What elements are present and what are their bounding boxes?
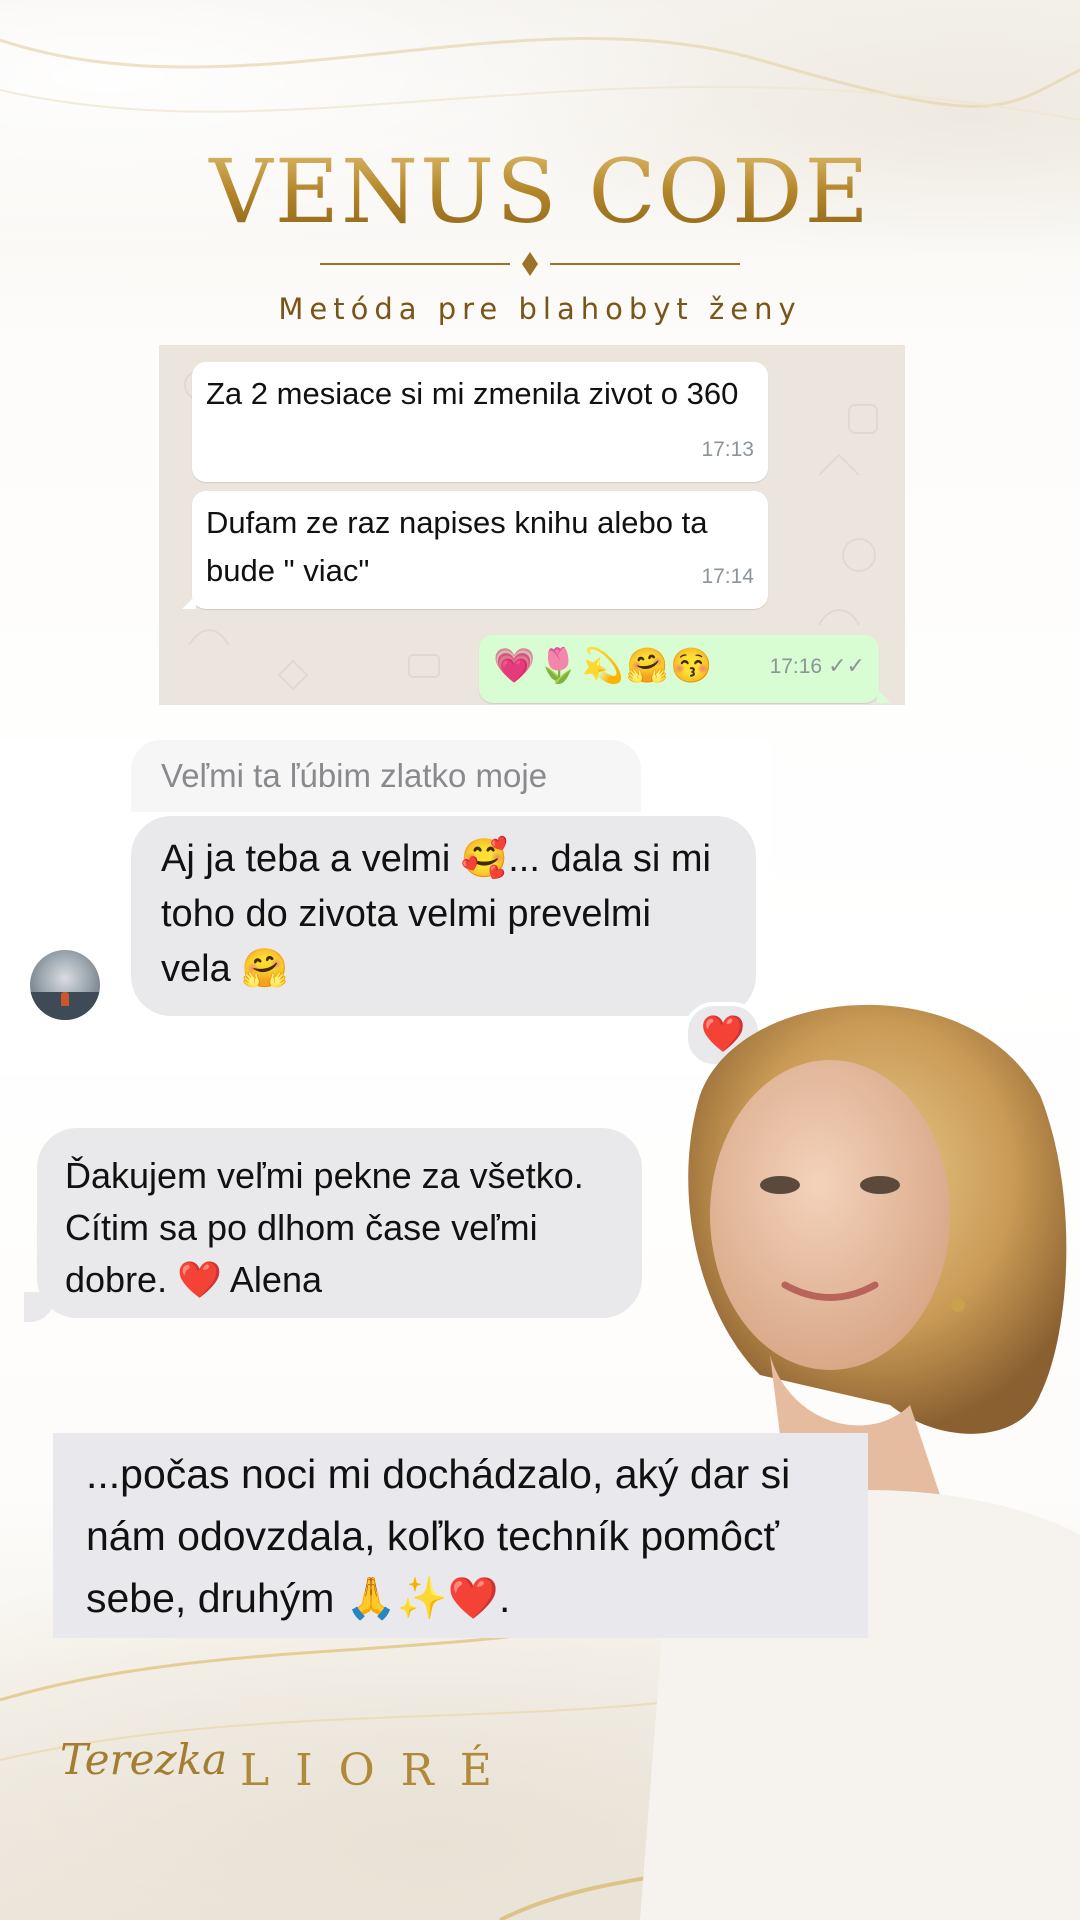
- whatsapp-chat-screenshot: Za 2 mesiace si mi zmenila zivot o 360 1…: [159, 345, 905, 705]
- whatsapp-message-in: Za 2 mesiace si mi zmenila zivot o 360 1…: [192, 362, 768, 482]
- whatsapp-message-out: 💗🌷💫🤗😚 17:16 ✓✓: [479, 635, 891, 703]
- brand-signature: Terezka LIORÉ: [60, 1725, 540, 1815]
- avatar-figure: [61, 992, 69, 1006]
- bubble-tail: [182, 595, 196, 609]
- reply-quote: Veľmi ta ľúbim zlatko moje: [131, 740, 641, 812]
- message-time: 17:14: [701, 565, 754, 588]
- ornament-divider: [320, 252, 740, 276]
- imessage-bubble-2: Ďakujem veľmi pekne za všetko. Cítim sa …: [37, 1128, 642, 1318]
- message-time: 17:16: [769, 655, 823, 678]
- whatsapp-message-in: Dufam ze raz napises knihu alebo ta bude…: [182, 491, 768, 609]
- message-text: Za 2 mesiace si mi zmenila zivot o 360: [206, 376, 739, 411]
- bubble-tail: [877, 689, 891, 703]
- message-text: ...počas noci mi dochádzalo, aký dar si …: [86, 1451, 791, 1621]
- message-text: Dufam ze raz napises knihu alebo ta bude…: [206, 505, 708, 588]
- message-screenshot-3: ...počas noci mi dochádzalo, aký dar si …: [53, 1433, 868, 1638]
- message-time: 17:13: [701, 438, 754, 461]
- read-checkmarks-icon: ✓✓: [828, 653, 865, 678]
- message-time-status: 17:16 ✓✓: [770, 642, 865, 691]
- page-title: VENUS CODE: [0, 140, 1080, 243]
- signature-script: Terezka: [60, 1735, 228, 1784]
- page-subtitle: Metóda pre blahobyt ženy: [278, 292, 802, 326]
- signature-name: LIORÉ: [240, 1745, 518, 1796]
- contact-avatar: [30, 950, 100, 1020]
